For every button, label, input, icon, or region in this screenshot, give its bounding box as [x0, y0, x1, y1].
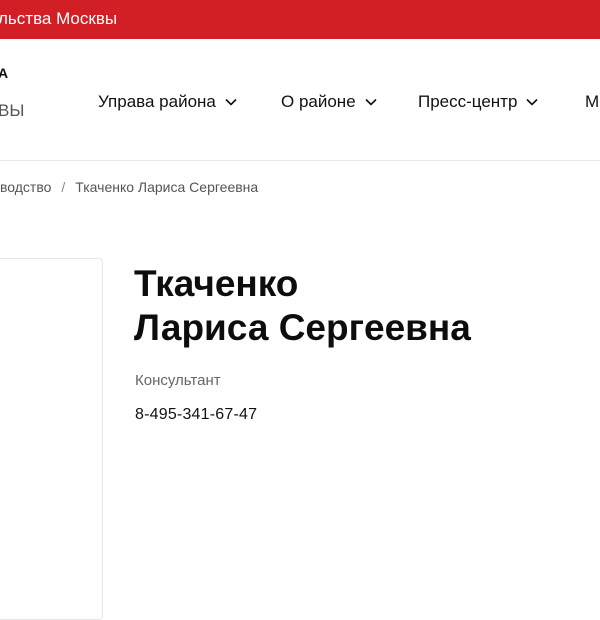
person-first-middle-name: Лариса Сергеевна: [134, 307, 471, 348]
nav-item-label: О районе: [281, 92, 356, 111]
logo-title[interactable]: А: [0, 65, 9, 81]
chevron-down-icon: [365, 98, 377, 106]
nav-item-uprava[interactable]: Управа района: [98, 91, 237, 113]
nav-item-label: Управа района: [98, 92, 216, 111]
breadcrumb-separator: /: [61, 179, 66, 195]
breadcrumb-link-parent[interactable]: водство: [0, 179, 51, 195]
site-header: А ВЫ Управа района О районе Пресс-центр …: [0, 39, 600, 161]
nav-item-press-center[interactable]: Пресс-центр: [418, 91, 538, 113]
logo-subtitle[interactable]: ВЫ: [0, 101, 24, 121]
breadcrumb-current: Ткаченко Лариса Сергеевна: [75, 179, 259, 195]
person-photo-card: [0, 258, 103, 620]
person-last-name: Ткаченко: [134, 263, 299, 304]
nav-item-o-rayone[interactable]: О районе: [281, 91, 377, 113]
top-banner-text[interactable]: льства Москвы: [0, 9, 117, 29]
nav-item-label: Пресс-центр: [418, 92, 518, 111]
breadcrumb: водство / Ткаченко Лариса Сергеевна: [0, 178, 258, 196]
person-phone[interactable]: 8-495-341-67-47: [135, 406, 257, 424]
nav-item-label: М: [585, 92, 600, 111]
person-position: Консультант: [135, 372, 221, 389]
nav-item-more[interactable]: М: [585, 91, 599, 113]
top-banner: льства Москвы: [0, 0, 600, 39]
chevron-down-icon: [225, 98, 237, 106]
chevron-down-icon: [526, 98, 538, 106]
page-title: Ткаченко Лариса Сергеевна: [134, 262, 594, 350]
